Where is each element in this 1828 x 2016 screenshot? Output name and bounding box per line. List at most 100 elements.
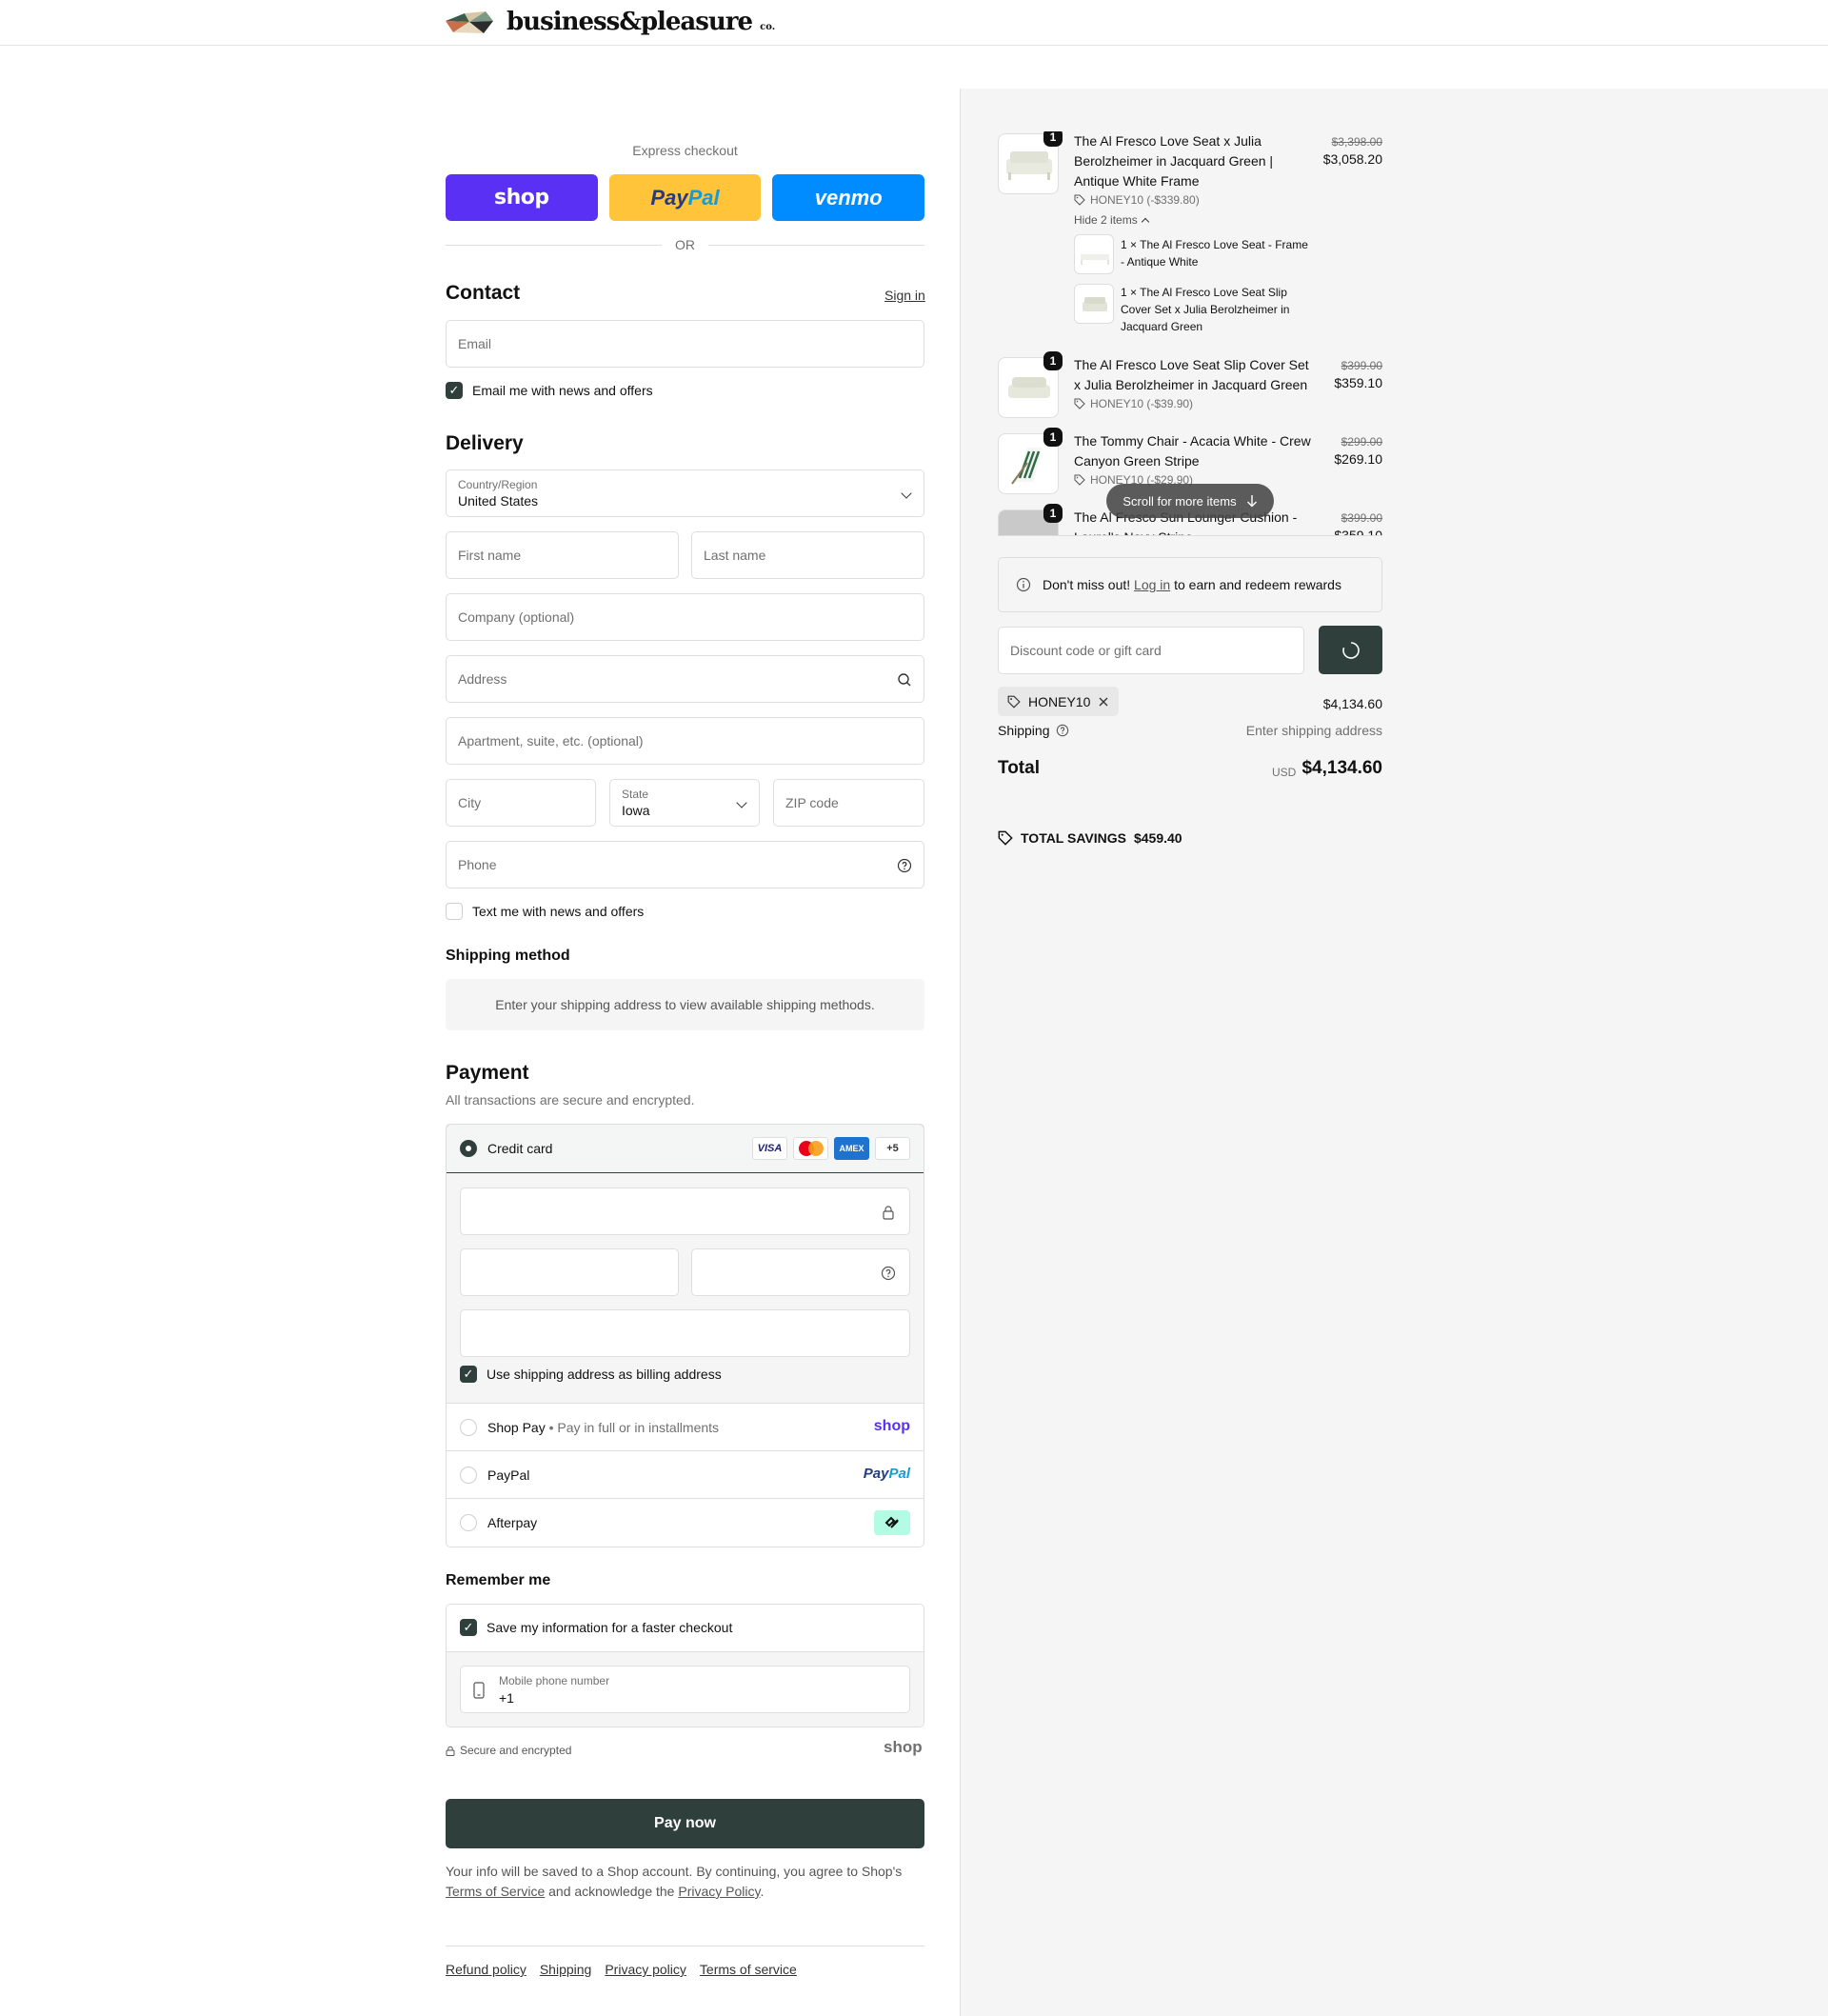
hide-items-toggle[interactable]: Hide 2 items [1074,213,1149,227]
refund-policy-link[interactable]: Refund policy [446,1962,527,1977]
last-name-field[interactable] [691,531,924,579]
pay-now-button[interactable]: Pay now [446,1799,924,1848]
email-news-checkbox[interactable]: ✓ [446,382,463,399]
secure-note: Secure and encrypted [446,1744,571,1757]
credit-card-radio[interactable] [460,1140,477,1157]
search-icon [898,673,911,687]
afterpay-option[interactable]: Afterpay [447,1499,924,1547]
cart-items-list[interactable]: 1 The Al Fresco Love Seat x Julia Berolz… [998,131,1382,536]
card-details-form: ✓ Use shipping address as billing addres… [447,1173,924,1404]
item-name: The Al Fresco Love Seat x Julia Berolzhe… [1074,133,1274,189]
apply-discount-button[interactable] [1319,626,1382,674]
company-input[interactable] [447,594,924,640]
item-name: The Tommy Chair - Acacia White - Crew Ca… [1074,433,1311,469]
discount-code-input[interactable] [999,628,1303,673]
or-divider: OR [446,237,924,252]
help-icon[interactable] [1056,724,1069,737]
city-input[interactable] [447,780,595,826]
chevron-down-icon [736,797,747,808]
country-select[interactable]: Country/Region United States [446,469,924,517]
email-news-label: Email me with news and offers [472,383,653,398]
quantity-badge: 1 [1043,351,1063,370]
credit-card-option[interactable]: Credit card VISA AMEX +5 [447,1125,924,1173]
help-icon[interactable] [897,858,912,873]
quantity-badge: 1 [1043,131,1063,147]
billing-address-checkbox-row[interactable]: ✓ Use shipping address as billing addres… [460,1366,722,1383]
shop-pay-option[interactable]: Shop Pay • Pay in full or in installment… [447,1404,924,1451]
privacy-policy-link[interactable]: Privacy Policy [678,1884,760,1899]
tag-icon [998,830,1013,846]
mobile-phone-field[interactable]: Mobile phone number +1 [460,1666,910,1713]
zip-field[interactable] [773,779,924,827]
help-icon[interactable] [881,1266,896,1281]
sign-in-link[interactable]: Sign in [884,288,925,303]
legal-notice: Your info will be saved to a Shop accoun… [446,1864,903,1899]
privacy-policy-footer-link[interactable]: Privacy policy [605,1962,686,1977]
terms-of-service-footer-link[interactable]: Terms of service [700,1962,797,1977]
brand-logo[interactable]: business&pleasure co. [446,8,775,36]
shipping-method-heading: Shipping method [446,948,570,964]
close-icon[interactable] [1098,696,1109,708]
address-input[interactable] [447,656,924,702]
lock-icon [446,1746,455,1756]
save-info-label: Save my information for a faster checkou… [487,1620,733,1635]
phone-field[interactable] [446,841,924,888]
country-label: Country/Region [458,478,538,491]
save-info-checkbox[interactable]: ✓ [460,1619,477,1636]
card-number-field[interactable] [460,1188,910,1235]
express-checkout-buttons: shop Pay Pal venmo [446,174,925,221]
last-name-input[interactable] [692,532,924,578]
shop-logo: shop [884,1738,923,1756]
total-currency: USD [1272,766,1297,779]
shop-pay-express-button[interactable]: shop [446,174,598,221]
paypal-logo: PayPal [863,1466,910,1482]
name-on-card-field[interactable] [460,1309,910,1357]
shop-pay-radio[interactable] [460,1419,477,1436]
bundle-item-name: 1 × The Al Fresco Love Seat - Frame - An… [1121,238,1308,269]
security-code-field[interactable] [691,1248,910,1296]
mastercard-icon [793,1137,828,1160]
city-field[interactable] [446,779,596,827]
address-field[interactable] [446,655,924,703]
first-name-input[interactable] [447,532,678,578]
first-name-field[interactable] [446,531,679,579]
mobile-phone-value: +1 [499,1690,514,1706]
paypal-radio[interactable] [460,1467,477,1484]
email-news-checkbox-row[interactable]: ✓ Email me with news and offers [446,382,653,399]
afterpay-radio[interactable] [460,1514,477,1531]
expiration-date-field[interactable] [460,1248,679,1296]
email-input[interactable] [447,321,924,367]
contact-heading: Contact [446,282,521,304]
shop-pay-label: Shop Pay • Pay in full or in installment… [487,1420,720,1435]
text-news-checkbox-row[interactable]: Text me with news and offers [446,903,644,920]
apartment-input[interactable] [447,718,924,764]
text-news-checkbox[interactable] [446,903,463,920]
item-name: The Al Fresco Love Seat Slip Cover Set x… [1074,357,1309,392]
more-cards-badge: +5 [875,1137,910,1160]
shipping-policy-link[interactable]: Shipping [540,1962,592,1977]
company-field[interactable] [446,593,924,641]
afterpay-label: Afterpay [487,1515,538,1530]
paypal-option[interactable]: PayPal PayPal [447,1451,924,1499]
lock-icon [883,1206,894,1220]
phone-input[interactable] [447,842,924,888]
chevron-up-icon [1141,217,1149,226]
payment-subtitle: All transactions are secure and encrypte… [446,1092,695,1108]
tag-icon [1007,695,1021,709]
venmo-express-button[interactable]: venmo [772,174,925,221]
billing-address-checkbox[interactable]: ✓ [460,1366,477,1383]
text-news-label: Text me with news and offers [472,904,645,919]
billing-address-label: Use shipping address as billing address [487,1367,722,1382]
paypal-express-button[interactable]: Pay Pal [608,174,762,221]
scroll-more-items-button[interactable]: Scroll for more items [1106,484,1274,518]
state-select[interactable]: State Iowa [609,779,760,827]
terms-of-service-link[interactable]: Terms of Service [446,1884,545,1899]
discount-code-field[interactable] [998,627,1304,674]
bundle-item-thumbnail [1074,284,1114,324]
save-info-checkbox-row[interactable]: ✓ Save my information for a faster check… [460,1619,732,1636]
email-field[interactable] [446,320,924,368]
log-in-link[interactable]: Log in [1134,577,1170,592]
apartment-field[interactable] [446,717,924,765]
zip-input[interactable] [774,780,924,826]
tag-icon [1074,398,1085,409]
